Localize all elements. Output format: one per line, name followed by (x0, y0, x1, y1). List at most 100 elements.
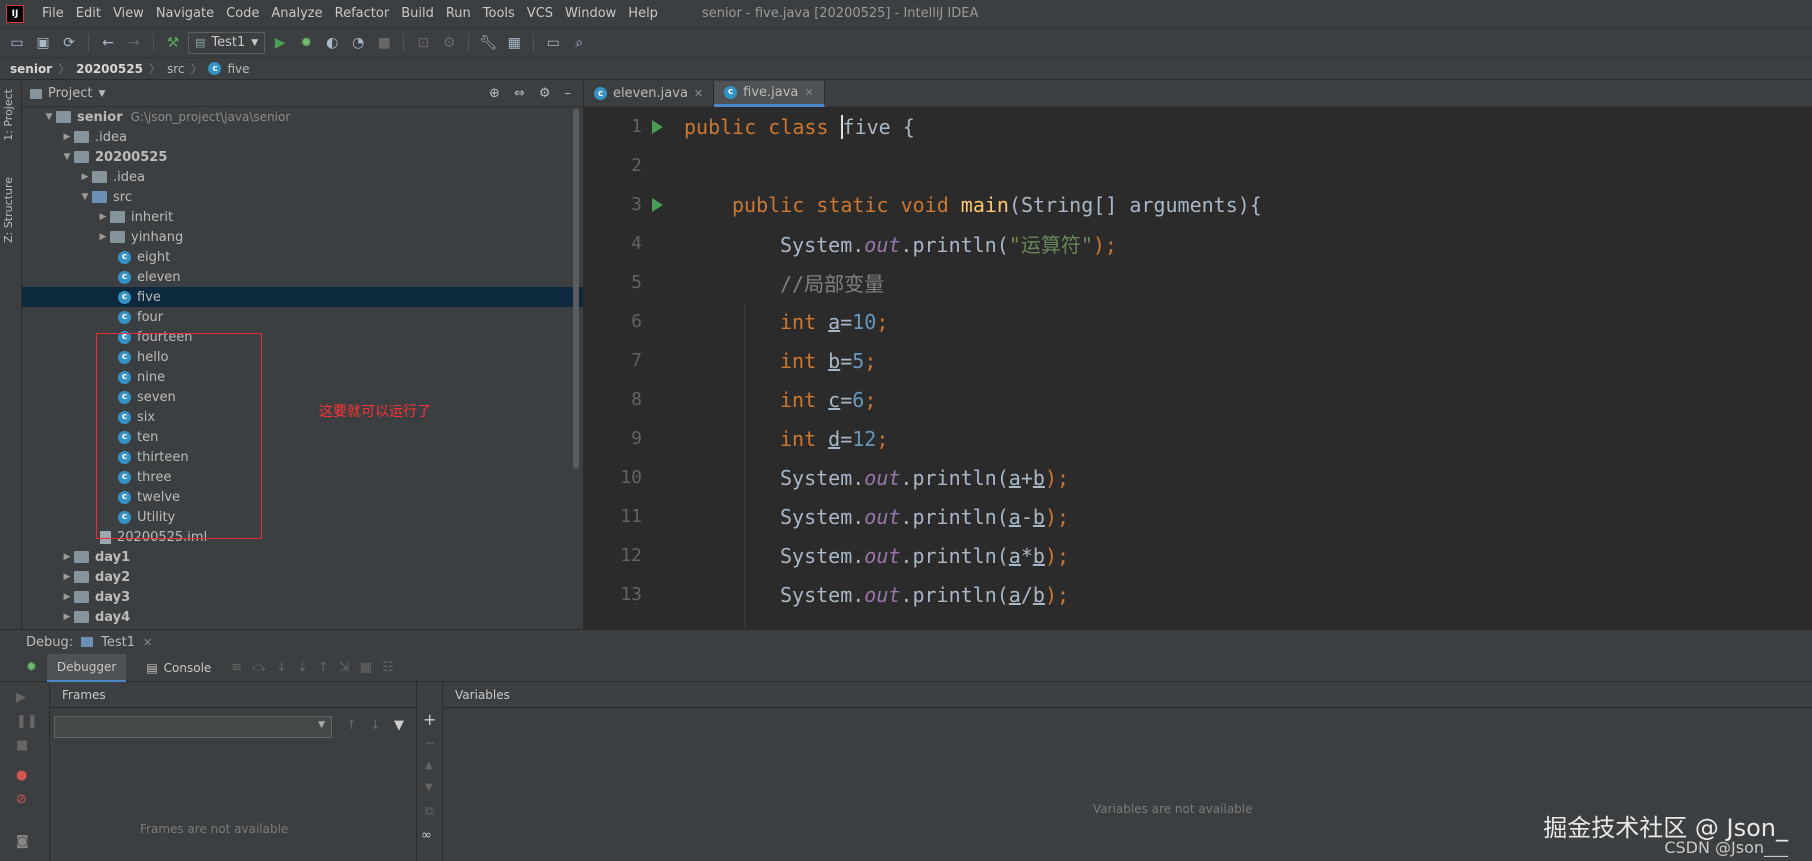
tree-item-20200525[interactable]: ▼ 20200525 (22, 147, 583, 167)
expand-arrow-icon[interactable]: ▼ (60, 152, 74, 162)
code-line[interactable]: 12 System.out.println(a*b); (584, 536, 1812, 575)
open-folder-icon[interactable]: ▭ (6, 32, 28, 54)
close-icon[interactable]: ✕ (804, 86, 813, 99)
wrench-icon[interactable]: 🔧︎ (477, 32, 499, 54)
expand-arrow-icon[interactable]: ▶ (60, 132, 74, 142)
remove-icon[interactable]: − (425, 736, 436, 751)
code-area[interactable]: 1 public class five { 2 3 public static … (584, 107, 1812, 632)
menu-tools[interactable]: Tools (477, 6, 521, 21)
move-down-icon[interactable]: ▼ (425, 782, 433, 793)
build-hammer-icon[interactable]: ⚒ (162, 32, 184, 54)
menu-help[interactable]: Help (622, 6, 664, 21)
view-breakpoints-icon[interactable]: ● (16, 768, 27, 783)
code-line[interactable]: 5 //局部变量 (584, 263, 1812, 302)
expand-arrow-icon[interactable]: ▼ (78, 192, 92, 202)
menu-vcs[interactable]: VCS (521, 6, 559, 21)
sync-icon[interactable]: ⟳ (58, 32, 80, 54)
forward-icon[interactable]: → (123, 32, 145, 54)
camera-icon[interactable]: ◙ (16, 834, 29, 849)
breadcrumb-item[interactable]: 20200525 (76, 62, 143, 76)
menu-refactor[interactable]: Refactor (329, 6, 396, 21)
debug-bug-icon[interactable]: ✹ (295, 32, 317, 54)
locate-icon[interactable]: ⊕ (489, 86, 500, 101)
project-structure-icon[interactable]: ▦ (503, 32, 525, 54)
project-view-select[interactable]: Project (48, 86, 92, 101)
close-icon[interactable]: ✕ (694, 87, 703, 100)
project-tool-tab[interactable]: 1: Project (2, 89, 15, 141)
move-up-icon[interactable]: ▲ (425, 760, 433, 771)
tree-item-class[interactable]: c four (22, 307, 583, 327)
expand-arrow-icon[interactable]: ▶ (60, 552, 74, 562)
code-line[interactable]: 10 System.out.println(a+b); (584, 458, 1812, 497)
tree-item-class[interactable]: c eight (22, 247, 583, 267)
run-gutter-icon[interactable] (644, 197, 670, 212)
tree-item-yinhang[interactable]: ▶ yinhang (22, 227, 583, 247)
tree-item-day4[interactable]: ▶ day4 (22, 607, 583, 627)
tree-item-class[interactable]: c eleven (22, 267, 583, 287)
menu-code[interactable]: Code (220, 6, 265, 21)
menu-file[interactable]: File (36, 6, 70, 21)
tree-item-idea-module[interactable]: ▶ .idea (22, 167, 583, 187)
menu-build[interactable]: Build (395, 6, 440, 21)
trace-icon[interactable]: ☷ (382, 660, 394, 675)
step-out-icon[interactable]: ↑ (318, 660, 329, 675)
tab-console[interactable]: ▤ Console (136, 654, 221, 682)
code-line[interactable]: 7 int b=5; (584, 341, 1812, 380)
pause-icon[interactable]: ❚❚ (16, 714, 38, 729)
expand-arrow-icon[interactable]: ▶ (96, 232, 110, 242)
glasses-icon[interactable]: ∞ (421, 828, 432, 843)
tab-five-java[interactable]: c five.java ✕ (714, 80, 825, 107)
expand-arrow-icon[interactable]: ▶ (96, 212, 110, 222)
collapse-icon[interactable]: ⇔ (514, 86, 525, 101)
run-config-select[interactable]: ▤ Test1 ▼ (188, 31, 266, 54)
evaluate-icon[interactable]: ▦ (360, 660, 372, 675)
step-into-icon[interactable]: ↓ (276, 660, 287, 675)
menu-window[interactable]: Window (559, 6, 622, 21)
add-icon[interactable]: + (423, 710, 436, 729)
tab-debugger[interactable]: Debugger (46, 653, 127, 682)
run-to-cursor-icon[interactable]: ⇲ (339, 660, 350, 675)
arrow-down-icon[interactable]: ↓ (370, 718, 381, 733)
tree-item-senior[interactable]: ▼ senior G:\json_project\java\senior (22, 107, 583, 127)
arrow-up-icon[interactable]: ↑ (346, 718, 357, 733)
attach-icon[interactable]: ⊡ (412, 32, 434, 54)
structure-tool-tab[interactable]: Z: Structure (2, 177, 15, 243)
terminal-icon[interactable]: ▭ (542, 32, 564, 54)
project-scrollbar[interactable] (573, 109, 579, 469)
tree-item-day1[interactable]: ▶ day1 (22, 547, 583, 567)
stop-icon[interactable]: ■ (16, 738, 28, 753)
code-line[interactable]: 13 System.out.println(a/b); (584, 575, 1812, 614)
debug-bug-icon[interactable]: ✹ (26, 660, 37, 675)
code-line[interactable]: 9 int d=12; (584, 419, 1812, 458)
layout-icon[interactable]: ≡ (231, 660, 242, 675)
tree-item-day2[interactable]: ▶ day2 (22, 567, 583, 587)
expand-arrow-icon[interactable]: ▶ (60, 572, 74, 582)
stop-icon[interactable]: ■ (373, 32, 395, 54)
coverage-icon[interactable]: ◐ (321, 32, 343, 54)
expand-arrow-icon[interactable]: ▶ (60, 592, 74, 602)
thread-select[interactable]: ▼ (54, 716, 332, 738)
code-line[interactable]: 3 public static void main(String[] argum… (584, 185, 1812, 224)
run-icon[interactable]: ▶ (269, 32, 291, 54)
filter-icon[interactable]: ▼ (394, 718, 404, 733)
expand-arrow-icon[interactable]: ▶ (60, 612, 74, 622)
debug-session-tab[interactable]: Test1 (101, 635, 135, 650)
code-line[interactable]: 4 System.out.println("运算符"); (584, 224, 1812, 263)
save-icon[interactable]: ▣ (32, 32, 54, 54)
breadcrumb-item[interactable]: src (167, 62, 185, 76)
expand-arrow-icon[interactable]: ▶ (78, 172, 92, 182)
menu-run[interactable]: Run (440, 6, 477, 21)
search-icon[interactable]: ⌕ (568, 32, 590, 54)
menu-navigate[interactable]: Navigate (150, 6, 220, 21)
breadcrumb-item[interactable]: five (227, 62, 249, 76)
tree-item-day3[interactable]: ▶ day3 (22, 587, 583, 607)
tree-item-class-selected[interactable]: c five (22, 287, 583, 307)
breadcrumb-item[interactable]: senior (10, 62, 52, 76)
code-line[interactable]: 1 public class five { (584, 107, 1812, 146)
force-step-into-icon[interactable]: ⇣ (297, 660, 308, 675)
code-line[interactable]: 8 int c=6; (584, 380, 1812, 419)
back-icon[interactable]: ← (97, 32, 119, 54)
copy-icon[interactable]: ⧉ (425, 804, 434, 819)
menu-edit[interactable]: Edit (70, 6, 107, 21)
tree-item-inherit[interactable]: ▶ inherit (22, 207, 583, 227)
